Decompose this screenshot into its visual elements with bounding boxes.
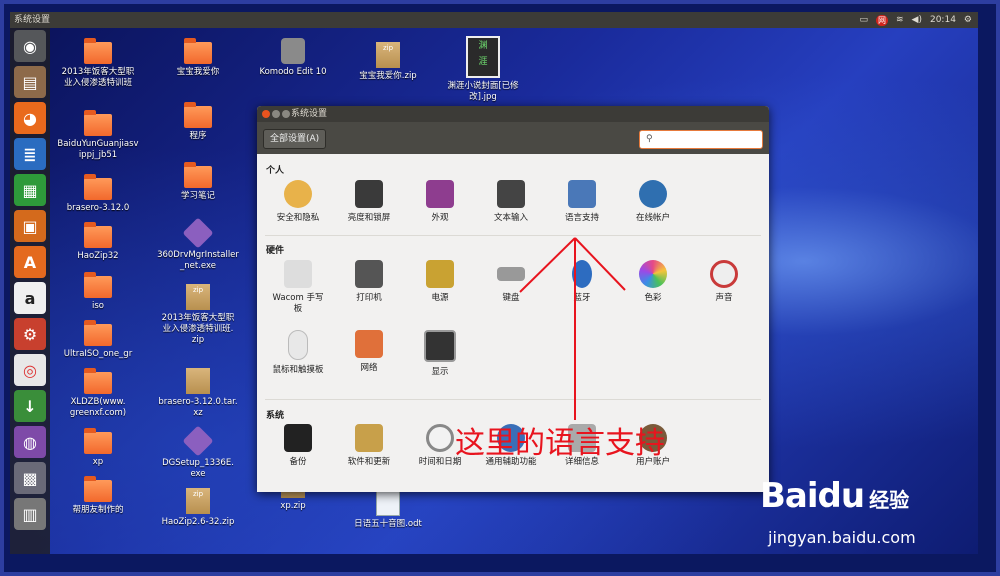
annotation-arrow-line — [574, 237, 626, 291]
watermark-suffix: 经验 — [869, 488, 910, 512]
baidu-jingyan-watermark: Baidu 经验 jingyan.baidu.com — [760, 476, 916, 547]
annotation-text: 这里的语言支持 — [455, 426, 665, 461]
watermark-paw: du — [817, 476, 866, 516]
watermark-brand: Bai — [760, 476, 819, 516]
annotation-arrow-line — [519, 237, 576, 293]
watermark-url: jingyan.baidu.com — [768, 528, 916, 547]
